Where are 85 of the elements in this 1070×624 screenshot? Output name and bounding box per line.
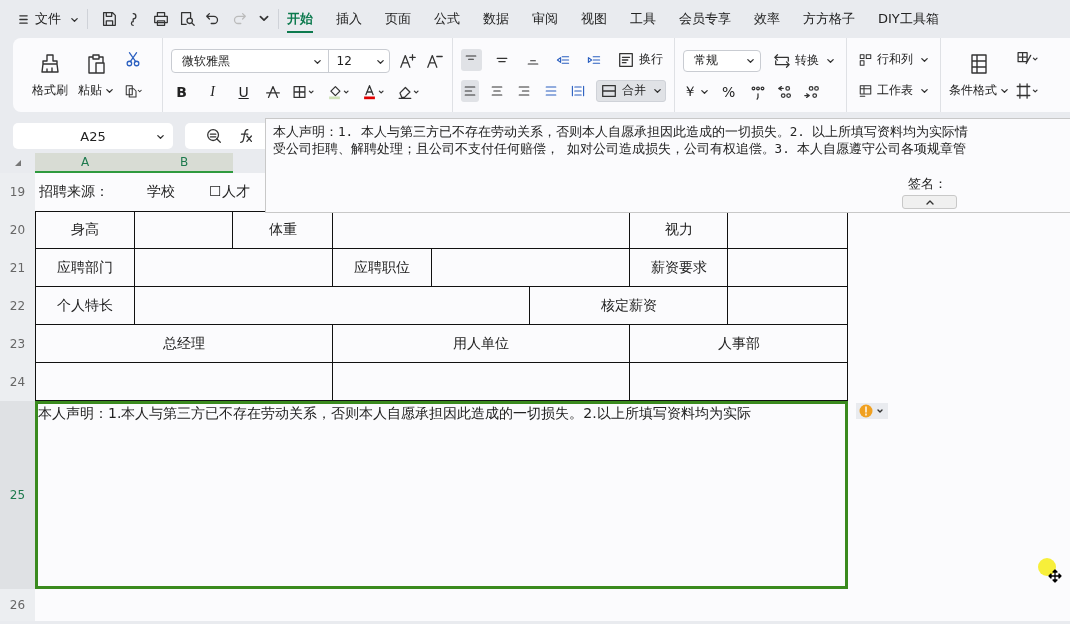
ribbon-tab[interactable]: 插入 xyxy=(326,4,372,34)
ribbon-tab[interactable]: 视图 xyxy=(571,4,617,34)
cell-text: 学校 xyxy=(147,183,176,201)
table-cell[interactable] xyxy=(728,249,848,287)
cell-text: 招聘来源： xyxy=(39,183,110,201)
bold-button[interactable]: B xyxy=(170,84,193,100)
row-header[interactable]: 20 xyxy=(0,211,35,249)
format-painter-button[interactable]: 格式刷 xyxy=(32,51,69,99)
row-header[interactable]: 19 xyxy=(0,173,35,211)
table-cell[interactable] xyxy=(135,211,233,249)
ribbon-tab[interactable]: 效率 xyxy=(744,4,790,34)
ribbon-tab[interactable]: DIY工具箱 xyxy=(868,4,949,34)
table-cell[interactable] xyxy=(728,287,848,325)
ribbon-tab[interactable]: 工具 xyxy=(620,4,666,34)
caret-icon xyxy=(825,56,835,65)
row-header[interactable]: 25 xyxy=(0,401,35,589)
cell-text: ☐人才 xyxy=(209,183,250,201)
table-cell[interactable]: 身高 xyxy=(35,211,135,249)
row-header[interactable]: 24 xyxy=(0,363,35,401)
currency-button[interactable]: ￥ xyxy=(682,82,709,101)
wrap-text-button[interactable]: 换行 xyxy=(613,48,666,71)
menu-icon[interactable] xyxy=(18,13,29,25)
number-format-select[interactable]: 常规 xyxy=(682,49,761,72)
table-cell[interactable]: 体重 xyxy=(233,211,333,249)
rows-columns-button[interactable]: 行和列 xyxy=(854,48,932,71)
table-cell[interactable]: 应聘部门 xyxy=(35,249,135,287)
table-cell[interactable] xyxy=(432,249,630,287)
column-header[interactable]: B xyxy=(135,153,233,173)
table-cell[interactable] xyxy=(728,211,848,249)
formula-text[interactable]: 本人声明：1. 本人与第三方已不存在劳动关系，否则本人自愿承担因此造成的一切损失。2. 以上所填写资料均为实际情 xyxy=(273,123,969,140)
ribbon-tab[interactable]: 会员专享 xyxy=(669,4,741,34)
align-top-icon[interactable] xyxy=(460,48,483,71)
cell-text: 本人声明：1.本人与第三方已不存在劳动关系，否则本人自愿承担因此造成的一切损失。2.以上所填写资料均为实际 xyxy=(38,405,751,421)
row-header[interactable]: 21 xyxy=(0,249,35,287)
table-cell[interactable] xyxy=(333,211,630,249)
table-cell[interactable] xyxy=(135,287,530,325)
paste-button[interactable]: 粘贴 xyxy=(78,51,115,99)
formula-text[interactable]: 受公司拒聘、解聘处理；且公司不支付任何赔偿， 如对公司造成损失，公司有权追偿。3. 本人自愿遵守公司各项规章管 xyxy=(273,140,967,157)
table-cell[interactable]: 人事部 xyxy=(630,325,848,363)
convert-icon xyxy=(772,51,791,70)
name-box[interactable]: A25 xyxy=(13,123,173,149)
font-shrink-icon[interactable] xyxy=(425,52,444,70)
row-header[interactable]: 23 xyxy=(0,325,35,363)
error-check-button[interactable] xyxy=(856,403,888,419)
underline-button[interactable]: U xyxy=(232,84,255,100)
worksheet-button[interactable]: 工作表 xyxy=(854,79,932,102)
function-icon[interactable] xyxy=(237,127,255,145)
caret-icon xyxy=(919,55,929,64)
row-header[interactable]: 22 xyxy=(0,287,35,325)
table-cell[interactable] xyxy=(135,249,333,287)
table-cell[interactable]: 核定薪资 xyxy=(530,287,728,325)
table-cell[interactable]: 个人特长 xyxy=(35,287,135,325)
ribbon-tab[interactable]: 公式 xyxy=(424,4,470,34)
ribbon-tab[interactable]: 方方格子 xyxy=(793,4,865,34)
row-header[interactable]: 26 xyxy=(0,589,35,621)
font-grow-icon[interactable] xyxy=(398,52,417,70)
table-cell[interactable]: 用人单位 xyxy=(333,325,630,363)
convert-button[interactable]: 转换 xyxy=(769,49,838,72)
table-cell[interactable]: 总经理 xyxy=(35,325,333,363)
caret-icon xyxy=(652,86,662,95)
ribbon-tab[interactable]: 页面 xyxy=(375,4,421,34)
merge-button[interactable]: 合并 xyxy=(595,79,666,102)
table-cell[interactable]: 应聘职位 xyxy=(333,249,432,287)
caret-icon xyxy=(745,56,755,65)
percent-button[interactable]: % xyxy=(717,83,740,100)
zoom-icon[interactable] xyxy=(205,127,223,145)
column-header[interactable]: A xyxy=(35,153,135,173)
ribbon-tab[interactable]: 开始 xyxy=(287,5,313,33)
signature-label: 签名： xyxy=(908,175,947,193)
align-left-icon[interactable] xyxy=(460,79,479,102)
caret-icon xyxy=(919,86,929,95)
ribbon-tab[interactable]: 审阅 xyxy=(522,4,568,34)
caret-icon xyxy=(699,87,709,96)
selected-cell[interactable]: 本人声明：1.本人与第三方已不存在劳动关系，否则本人自愿承担因此造成的一切损失。2.以上所填写资料均为实际 xyxy=(35,401,848,589)
select-all-icon[interactable] xyxy=(13,159,22,167)
file-menu[interactable]: 文件 xyxy=(18,10,79,28)
table-cell[interactable]: 视力 xyxy=(630,211,728,249)
italic-button[interactable]: I xyxy=(201,84,224,100)
conditional-format-button[interactable]: 条件格式 xyxy=(948,51,1009,99)
caret-up-icon xyxy=(924,199,935,205)
strikethrough-icon[interactable] xyxy=(263,83,282,101)
ribbon-tab[interactable]: 数据 xyxy=(473,4,519,34)
wrap-text-icon xyxy=(616,50,635,69)
copy-icon[interactable] xyxy=(124,82,143,100)
table-cell[interactable]: 薪资要求 xyxy=(630,249,728,287)
